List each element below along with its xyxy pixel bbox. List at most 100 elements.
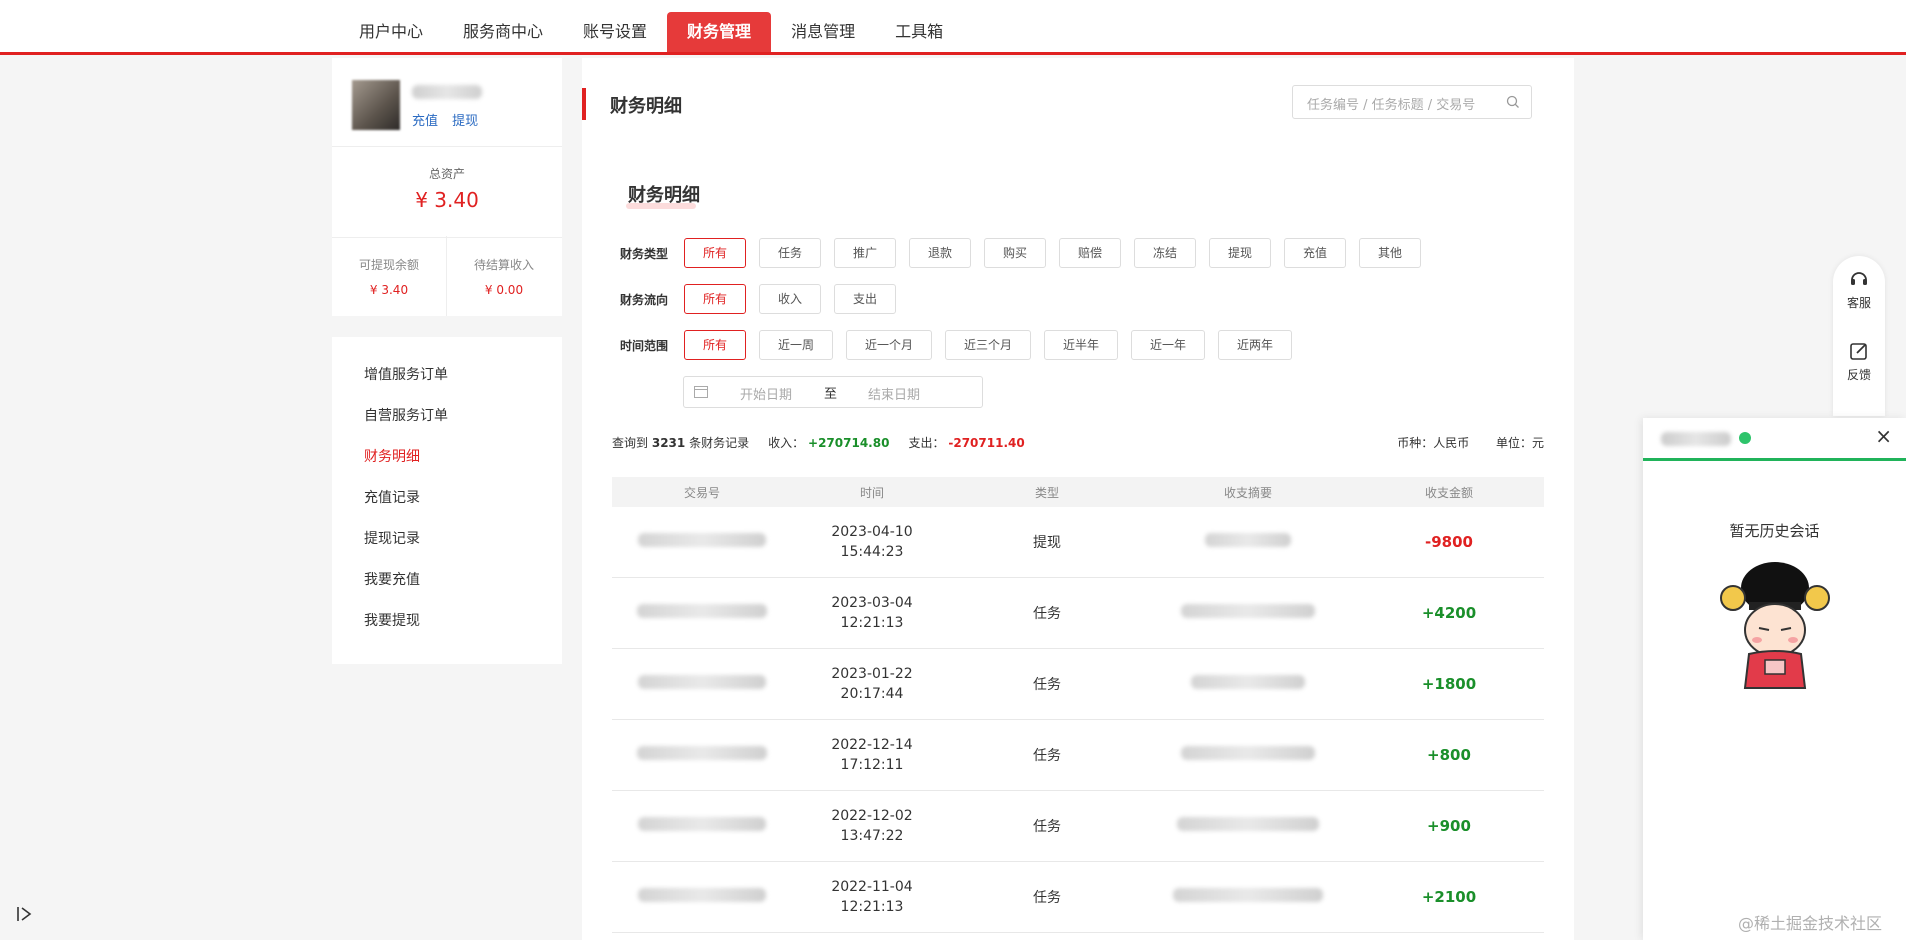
date-start-field[interactable]: 开始日期 (740, 384, 792, 403)
watermark: @稀土掘金技术社区 (1738, 914, 1883, 933)
row-time: 2023-01-22 20:17:44 (831, 666, 913, 702)
table-row[interactable]: 2022-12-02 13:47:22 任务 +900 (612, 791, 1544, 862)
record-count: 3231 (651, 436, 686, 450)
col-header-amount: 收支金额 (1424, 485, 1473, 500)
row-amount: +900 (1427, 817, 1471, 835)
withdraw-link[interactable]: 提现 (452, 114, 478, 129)
sidebar-item-withdraw[interactable]: 我要提现 (332, 601, 562, 642)
section-title: 财务明细 (628, 185, 700, 206)
nav-tab-account-settings[interactable]: 账号设置 (563, 12, 667, 52)
chip-time-month[interactable]: 近一个月 (846, 330, 932, 360)
txn-id-redacted (612, 533, 792, 551)
nav-tab-user-center[interactable]: 用户中心 (339, 12, 443, 52)
nav-tab-messages[interactable]: 消息管理 (771, 12, 875, 52)
sidebar-item-recharge-records[interactable]: 充值记录 (332, 478, 562, 519)
filter-row-time: 时间范围 所有 近一周 近一个月 近三个月 近半年 近一年 近两年 (620, 330, 1305, 360)
withdrawable-balance: 可提现余额 ¥ 3.40 (332, 236, 447, 316)
title-accent-bar (582, 88, 586, 120)
filter-row-type: 财务类型 所有 任务 推广 退款 购买 赔偿 冻结 提现 充值 其他 (620, 238, 1434, 268)
date-end-field[interactable]: 结束日期 (868, 384, 920, 403)
chip-flow-expense[interactable]: 支出 (834, 284, 896, 314)
chat-panel: × 暂无历史会话 (1643, 418, 1906, 940)
row-time: 2023-03-04 12:21:13 (831, 595, 913, 631)
chip-type-task[interactable]: 任务 (759, 238, 821, 268)
total-assets-value: ¥ 3.40 (415, 188, 479, 212)
chip-type-other[interactable]: 其他 (1359, 238, 1421, 268)
date-range-picker[interactable]: 开始日期 至 结束日期 (683, 376, 983, 408)
filter-label-flow: 财务流向 (620, 292, 669, 307)
sidebar-item-self-service-orders[interactable]: 自营服务订单 (332, 396, 562, 437)
avatar[interactable] (352, 80, 400, 130)
nav-tab-finance[interactable]: 财务管理 (667, 12, 772, 52)
currency-label: 币种：人民币 (1397, 436, 1470, 450)
pending-income: 待结算收入 ¥ 0.00 (447, 236, 561, 316)
chip-flow-income[interactable]: 收入 (759, 284, 821, 314)
nav-tab-toolbox[interactable]: 工具箱 (875, 12, 963, 52)
calendar-icon (694, 386, 708, 398)
nav-tab-provider-center[interactable]: 服务商中心 (443, 12, 563, 52)
table-row[interactable]: 2023-03-04 12:21:13 任务 +4200 (612, 578, 1544, 649)
table-row[interactable]: 2022-11-04 12:21:13 任务 +2100 (612, 862, 1544, 933)
search-icon[interactable] (1505, 94, 1521, 110)
expense-label: 支出： (908, 436, 945, 450)
chip-type-compensation[interactable]: 赔偿 (1059, 238, 1121, 268)
chip-time-year[interactable]: 近一年 (1131, 330, 1205, 360)
recharge-link[interactable]: 充值 (412, 114, 438, 129)
chip-time-week[interactable]: 近一周 (759, 330, 833, 360)
search-input[interactable]: 任务编号 / 任务标题 / 交易号 (1292, 85, 1532, 119)
top-navbar: 用户中心 服务商中心 账号设置 财务管理 消息管理 工具箱 (0, 0, 1906, 52)
row-type: 提现 (1033, 535, 1061, 551)
chat-empty-text: 暂无历史会话 (1729, 522, 1820, 540)
txn-id-redacted (612, 817, 792, 835)
withdrawable-value: ¥ 3.40 (369, 283, 409, 297)
chip-type-refund[interactable]: 退款 (909, 238, 971, 268)
mascot-illustration (1720, 562, 1830, 689)
headset-icon (1851, 272, 1867, 285)
chip-type-freeze[interactable]: 冻结 (1134, 238, 1196, 268)
summary-redacted (1142, 675, 1354, 693)
txn-id-redacted (612, 888, 792, 906)
customer-service-button[interactable]: 客服 (1833, 268, 1885, 311)
chip-type-recharge[interactable]: 充值 (1284, 238, 1346, 268)
txn-id-redacted (612, 604, 792, 622)
expense-total: -270711.40 (948, 436, 1025, 450)
col-header-txn: 交易号 (683, 485, 720, 500)
chat-contact-redacted (1661, 432, 1731, 446)
feedback-button[interactable]: 反馈 (1833, 340, 1885, 383)
unit-label: 单位：元 (1495, 436, 1544, 450)
chip-flow-all[interactable]: 所有 (684, 284, 746, 314)
sidebar-item-value-added-orders[interactable]: 增值服务订单 (332, 355, 562, 396)
expand-sidebar-icon[interactable] (14, 904, 34, 924)
chip-time-all[interactable]: 所有 (684, 330, 746, 360)
profile-card: 充值 提现 总资产 ¥ 3.40 可提现余额 ¥ 3.40 待结算收入 ¥ 0.… (332, 58, 562, 316)
table-row[interactable]: 2023-04-10 15:44:23 提现 -9800 (612, 507, 1544, 578)
income-label: 收入： (768, 436, 805, 450)
chip-type-promo[interactable]: 推广 (834, 238, 896, 268)
chip-time-three-months[interactable]: 近三个月 (945, 330, 1031, 360)
sidebar-item-withdraw-records[interactable]: 提现记录 (332, 519, 562, 560)
row-time: 2022-11-04 12:21:13 (831, 879, 913, 915)
chip-type-purchase[interactable]: 购买 (984, 238, 1046, 268)
sidebar-item-recharge[interactable]: 我要充值 (332, 560, 562, 601)
table-row[interactable]: 2023-01-22 20:17:44 任务 +1800 (612, 649, 1544, 720)
txn-id-redacted (612, 675, 792, 693)
row-amount: +4200 (1421, 604, 1477, 622)
chip-time-two-years[interactable]: 近两年 (1218, 330, 1292, 360)
txn-id-redacted (612, 746, 792, 764)
currency-unit: 币种：人民币 单位：元 (1397, 434, 1544, 451)
sidebar-item-finance-details[interactable]: 财务明细 (332, 437, 562, 478)
filter-label-time: 时间范围 (620, 338, 669, 353)
online-status-dot (1739, 432, 1751, 444)
chip-type-all[interactable]: 所有 (684, 238, 746, 268)
main-nav: 用户中心 服务商中心 账号设置 财务管理 消息管理 工具箱 (339, 12, 963, 52)
chip-type-withdraw[interactable]: 提现 (1209, 238, 1271, 268)
nav-underline (0, 52, 1906, 55)
pending-label: 待结算收入 (473, 258, 534, 272)
col-header-summary: 收支摘要 (1223, 485, 1272, 500)
chip-time-half-year[interactable]: 近半年 (1044, 330, 1118, 360)
finance-table: 交易号 时间 类型 收支摘要 收支金额 2023-04-10 15:44:23 提… (612, 477, 1544, 933)
row-type: 任务 (1033, 677, 1061, 693)
edit-icon (1850, 343, 1867, 360)
close-icon[interactable]: × (1875, 426, 1892, 446)
table-row[interactable]: 2022-12-14 17:12:11 任务 +800 (612, 720, 1544, 791)
